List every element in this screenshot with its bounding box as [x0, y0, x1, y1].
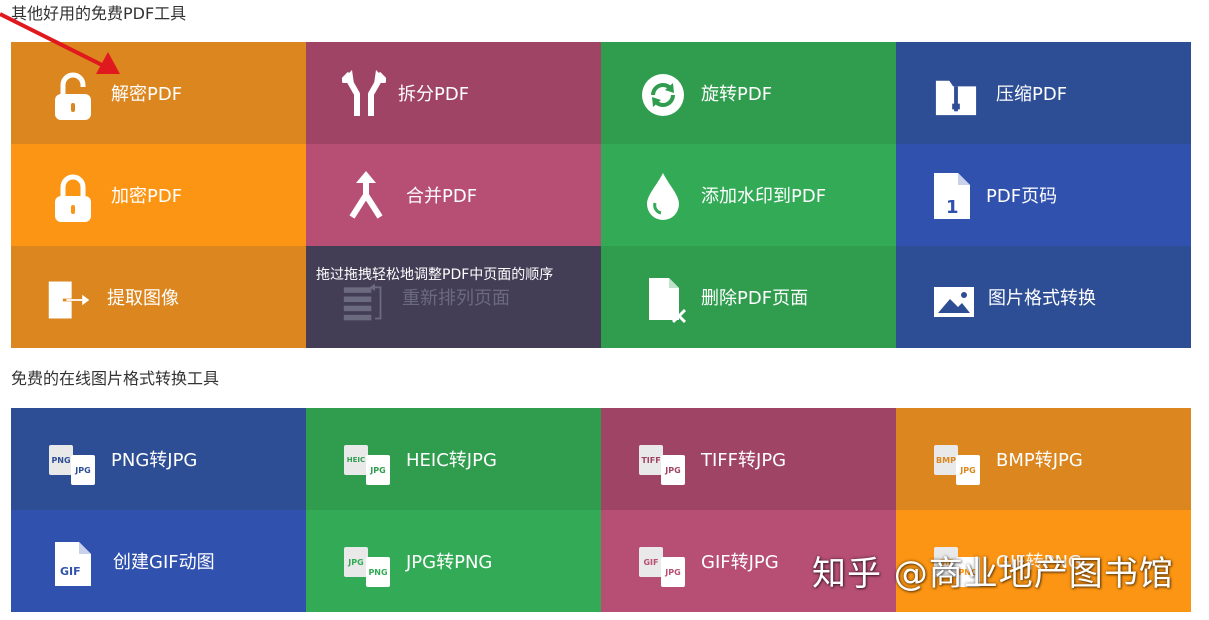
tool-label: 合并PDF — [406, 186, 478, 207]
converter-label: GIF转JPG — [701, 552, 779, 573]
water-drop-icon — [641, 172, 685, 220]
converter-label: JPG转PNG — [406, 552, 493, 573]
converter-label: 创建GIF动图 — [113, 552, 215, 573]
tool-label: 重新排列页面 — [402, 288, 510, 309]
tool-pdf-page-numbers[interactable]: 1 PDF页码 — [896, 144, 1191, 246]
section-title-image-tools: 免费的在线图片格式转换工具 — [11, 369, 220, 388]
tool-extract-images[interactable]: 提取图像 — [11, 246, 306, 348]
reorder-pages-icon — [342, 278, 386, 326]
file-convert-icon: JPG PNG — [344, 544, 390, 592]
file-convert-icon: TIFF JPG — [639, 442, 685, 490]
pdf-tools-grid: 解密PDF 拆分PDF 旋转PDF 压缩PDF 加密PDF 合并PDF 添加水印… — [11, 42, 1191, 348]
converter-label: TIFF转JPG — [701, 450, 787, 471]
tool-label: 加密PDF — [111, 186, 183, 207]
zip-folder-icon — [934, 72, 978, 120]
tool-merge-pdf[interactable]: 合并PDF — [306, 144, 601, 246]
svg-text:1: 1 — [946, 197, 959, 218]
merge-arrows-icon — [344, 171, 388, 220]
file-convert-icon: BMP JPG — [934, 442, 980, 490]
watermark-text: 知乎 @商业地产图书馆 — [812, 554, 1174, 594]
tool-split-pdf[interactable]: 拆分PDF — [306, 42, 601, 144]
tool-reorder-pages[interactable]: 拖过拖拽轻松地调整PDF中页面的顺序 重新排列页面 — [306, 246, 601, 348]
page-number-icon: 1 — [930, 172, 974, 220]
tool-label: 旋转PDF — [701, 84, 773, 105]
tool-label: 提取图像 — [107, 288, 179, 309]
converter-create-gif[interactable]: GIF 创建GIF动图 — [11, 510, 306, 612]
tool-delete-pdf-pages[interactable]: 删除PDF页面 — [601, 246, 896, 348]
converter-label: BMP转JPG — [996, 450, 1083, 471]
annotation-arrow — [0, 12, 120, 74]
converter-label: PNG转JPG — [111, 450, 198, 471]
tool-label: 解密PDF — [111, 84, 183, 105]
tool-rotate-pdf[interactable]: 旋转PDF — [601, 42, 896, 144]
tool-encrypt-pdf[interactable]: 加密PDF — [11, 144, 306, 246]
tool-label: 拆分PDF — [398, 84, 470, 105]
file-convert-icon: HEIC JPG — [344, 442, 390, 490]
rotate-icon — [641, 71, 685, 119]
tool-label: PDF页码 — [986, 186, 1058, 207]
converter-label: HEIC转JPG — [406, 450, 497, 471]
converter-bmp-to-jpg[interactable]: BMP JPG BMP转JPG — [896, 408, 1191, 510]
tool-add-watermark[interactable]: 添加水印到PDF — [601, 144, 896, 246]
tool-label: 图片格式转换 — [988, 288, 1096, 309]
tool-label: 压缩PDF — [996, 84, 1068, 105]
file-convert-icon: GIF JPG — [639, 544, 685, 592]
tool-label: 添加水印到PDF — [701, 186, 827, 207]
tool-image-format-convert[interactable]: 图片格式转换 — [896, 246, 1191, 348]
converter-tiff-to-jpg[interactable]: TIFF JPG TIFF转JPG — [601, 408, 896, 510]
gif-file-icon: GIF — [51, 540, 95, 588]
converter-png-to-jpg[interactable]: PNG JPG PNG转JPG — [11, 408, 306, 510]
file-convert-icon: PNG JPG — [49, 442, 95, 490]
lock-icon — [51, 174, 95, 222]
tool-label: 删除PDF页面 — [701, 288, 809, 309]
split-arrows-icon — [342, 70, 386, 118]
converter-jpg-to-png[interactable]: JPG PNG JPG转PNG — [306, 510, 601, 612]
delete-page-icon — [645, 276, 689, 324]
tool-compress-pdf[interactable]: 压缩PDF — [896, 42, 1191, 144]
converter-heic-to-jpg[interactable]: HEIC JPG HEIC转JPG — [306, 408, 601, 510]
image-icon — [932, 278, 976, 326]
extract-image-icon — [47, 276, 91, 324]
